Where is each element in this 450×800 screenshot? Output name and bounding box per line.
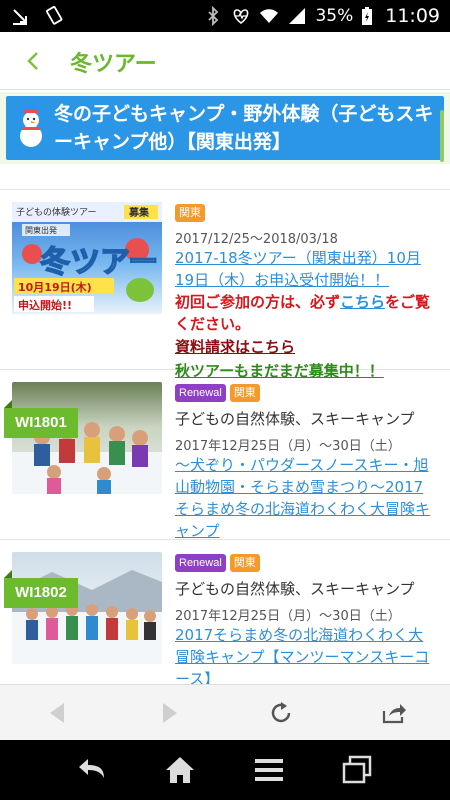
tour-link[interactable]: 2017そらまめ冬の北海道わくわく大冒険キャンプ【マンツーマンスキーコース】 [175,624,437,684]
list-item[interactable]: 子どもの体験ツアー 募集 関東出発 冬ツアー 10月19日(木) 申込開始!! … [0,190,450,380]
tour-link[interactable]: 〜犬ぞり・パウダースノースキー・旭山動物園・そらまめ雪まつり〜2017そらまめ冬… [175,454,437,542]
request-materials-link[interactable]: 資料請求はこちら [175,335,437,359]
badge-row: Renewal 関東 [175,384,437,402]
app-header: 冬ツアー [0,32,450,90]
poster-text-top: 子どもの体験ツアー [16,206,96,218]
bluetooth-icon [208,6,219,26]
tour-info: 関東 2017/12/25〜2018/03/18 2017-18冬ツアー（関東出… [175,204,437,383]
page-title: 冬ツアー [70,52,157,77]
poster-text-sub: 関東出発 [25,225,57,235]
status-bar: 35% 11:09 [0,0,450,32]
list-item[interactable]: WI1802 Renewal 関東 子どもの自然体験、スキーキャンプ 2017年… [0,540,450,684]
region-badge: 関東 [229,384,260,402]
home-icon[interactable] [163,754,197,786]
back-arrow-icon[interactable] [44,699,72,727]
back-icon[interactable] [76,754,110,786]
tour-thumbnail[interactable]: 子どもの体験ツアー 募集 関東出発 冬ツアー 10月19日(木) 申込開始!! [12,202,162,314]
tour-date: 2017年12月25日（月）〜30日（土） [175,439,401,454]
reload-icon[interactable] [267,699,295,727]
list-item[interactable]: WI1801 Renewal 関東 子どもの自然体験、スキーキャンプ 2017年… [0,370,450,540]
renewal-badge: Renewal [175,384,226,402]
badge-row: Renewal 関東 [175,554,437,572]
category-banner-box: 冬の子どもキャンプ・野外体験（子どもスキーキャンプ他）【関東出発】 [6,96,444,160]
tour-thumbnail[interactable] [12,382,162,494]
clock: 11:09 [385,5,440,27]
notice-text-before: 初回ご参加の方は、必ず [175,293,341,311]
battery-charging-icon [362,7,373,25]
recent-apps-icon[interactable] [340,754,374,786]
browser-toolbar [0,684,450,740]
tour-code-tag: WI1802 [4,570,78,608]
poster-text-date: 10月19日(木) [18,280,92,294]
category-banner: 冬の子どもキャンプ・野外体験（子どもスキーキャンプ他）【関東出発】 [0,92,450,164]
tour-info: Renewal 関東 子どもの自然体験、スキーキャンプ 2017年12月25日（… [175,554,437,684]
tour-thumbnail[interactable] [12,552,162,664]
category-title: 冬の子どもキャンプ・野外体験（子どもスキーキャンプ他）【関東出発】 [54,103,434,153]
badge-row: 関東 [175,204,437,222]
winter-tour-poster-image: 子どもの体験ツアー 募集 関東出発 冬ツアー 10月19日(木) 申込開始!! [12,202,162,312]
battery-percent: 35% [315,6,354,26]
ski-group-photo [12,570,162,664]
back-button[interactable] [18,46,48,76]
poster-text-recruit: 募集 [128,206,150,219]
region-badge: 関東 [229,554,260,572]
poster-text-start: 申込開始!! [18,298,72,312]
kids-in-snow-photo [12,422,162,494]
download-icon [13,9,27,25]
tour-list: 子どもの体験ツアー 募集 関東出発 冬ツアー 10月19日(木) 申込開始!! … [0,164,450,684]
poster-text-main: 冬ツアー [40,245,158,280]
system-nav-bar [0,740,450,800]
renewal-badge: Renewal [175,554,226,572]
forward-arrow-icon[interactable] [155,699,183,727]
list-top-spacer [0,164,450,190]
region-badge: 関東 [175,204,205,222]
menu-icon[interactable] [252,754,286,786]
share-icon[interactable] [380,699,408,727]
tour-date: 2017年12月25日（月）〜30日（土） [175,609,401,624]
tour-category: 子どもの自然体験、スキーキャンプ [175,580,415,598]
vibrate-icon [46,6,63,25]
tour-info: Renewal 関東 子どもの自然体験、スキーキャンプ 2017年12月25日（… [175,384,437,542]
tour-date: 2017/12/25〜2018/03/18 [175,232,338,247]
heart-monitor-icon [234,9,249,25]
wifi-icon [260,9,279,23]
chevron-left-icon [27,52,38,70]
notice-link[interactable]: こちら [340,293,385,311]
first-time-notice: 初回ご参加の方は、必ずこちらをご覧ください。 [175,291,437,335]
tour-code-tag: WI1801 [4,400,78,438]
snowman-icon [20,109,42,147]
signal-icon [289,8,306,24]
scrollbar[interactable] [440,110,444,162]
tour-link[interactable]: 2017-18冬ツアー（関東出発）10月19日（木）お申込受付開始！！ [175,247,437,291]
tour-category: 子どもの自然体験、スキーキャンプ [175,410,415,428]
